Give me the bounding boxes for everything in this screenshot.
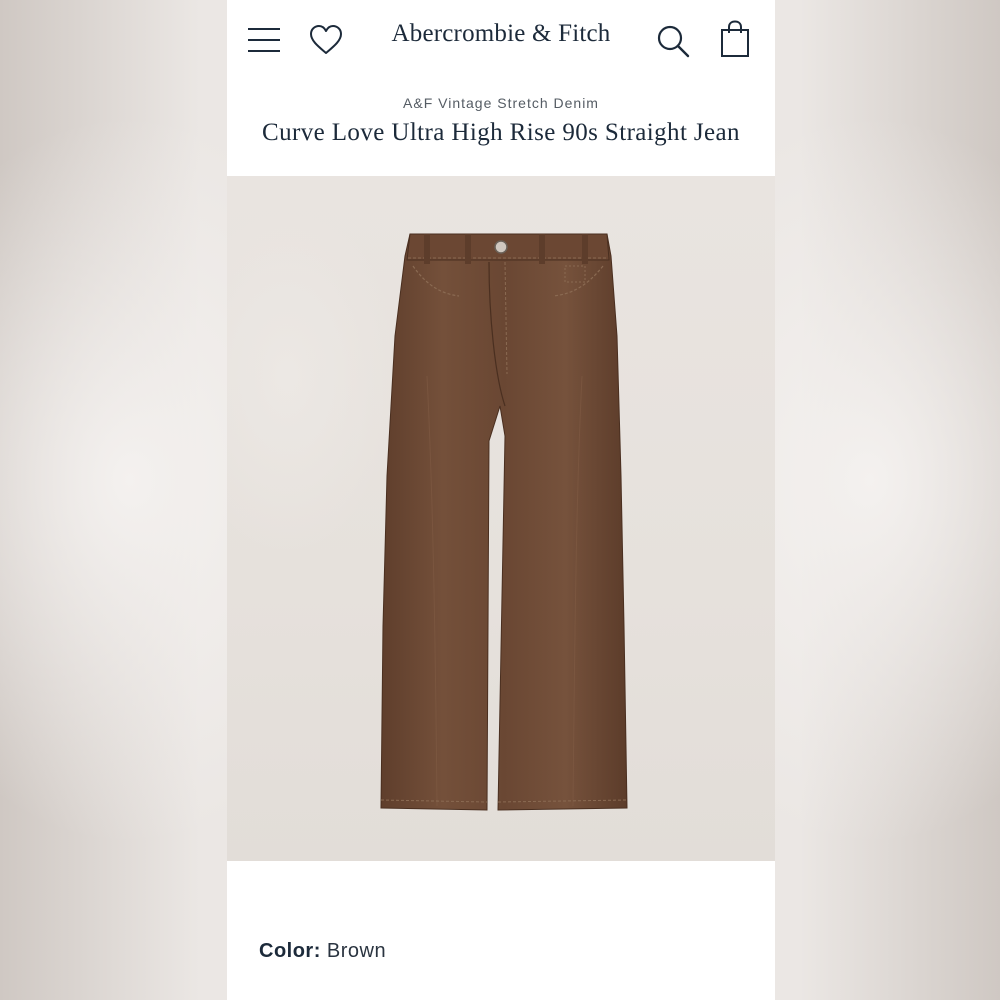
search-icon[interactable]	[656, 24, 690, 58]
app-screen: Abercrombie & Fitch A&F Vintage Stretch …	[227, 0, 775, 1000]
bag-icon[interactable]	[720, 20, 750, 58]
product-image[interactable]	[227, 176, 775, 861]
color-label: Color:	[259, 940, 321, 962]
top-navigation-bar: Abercrombie & Fitch	[227, 0, 775, 80]
color-value: Brown	[326, 940, 387, 962]
jeans-illustration	[380, 233, 628, 811]
product-title: Curve Love Ultra High Rise 90s Straight …	[262, 119, 740, 146]
product-collection: A&F Vintage Stretch Denim	[403, 95, 599, 111]
brand-logo[interactable]: Abercrombie & Fitch	[227, 20, 775, 48]
color-selector: Color: Brown	[259, 940, 386, 963]
